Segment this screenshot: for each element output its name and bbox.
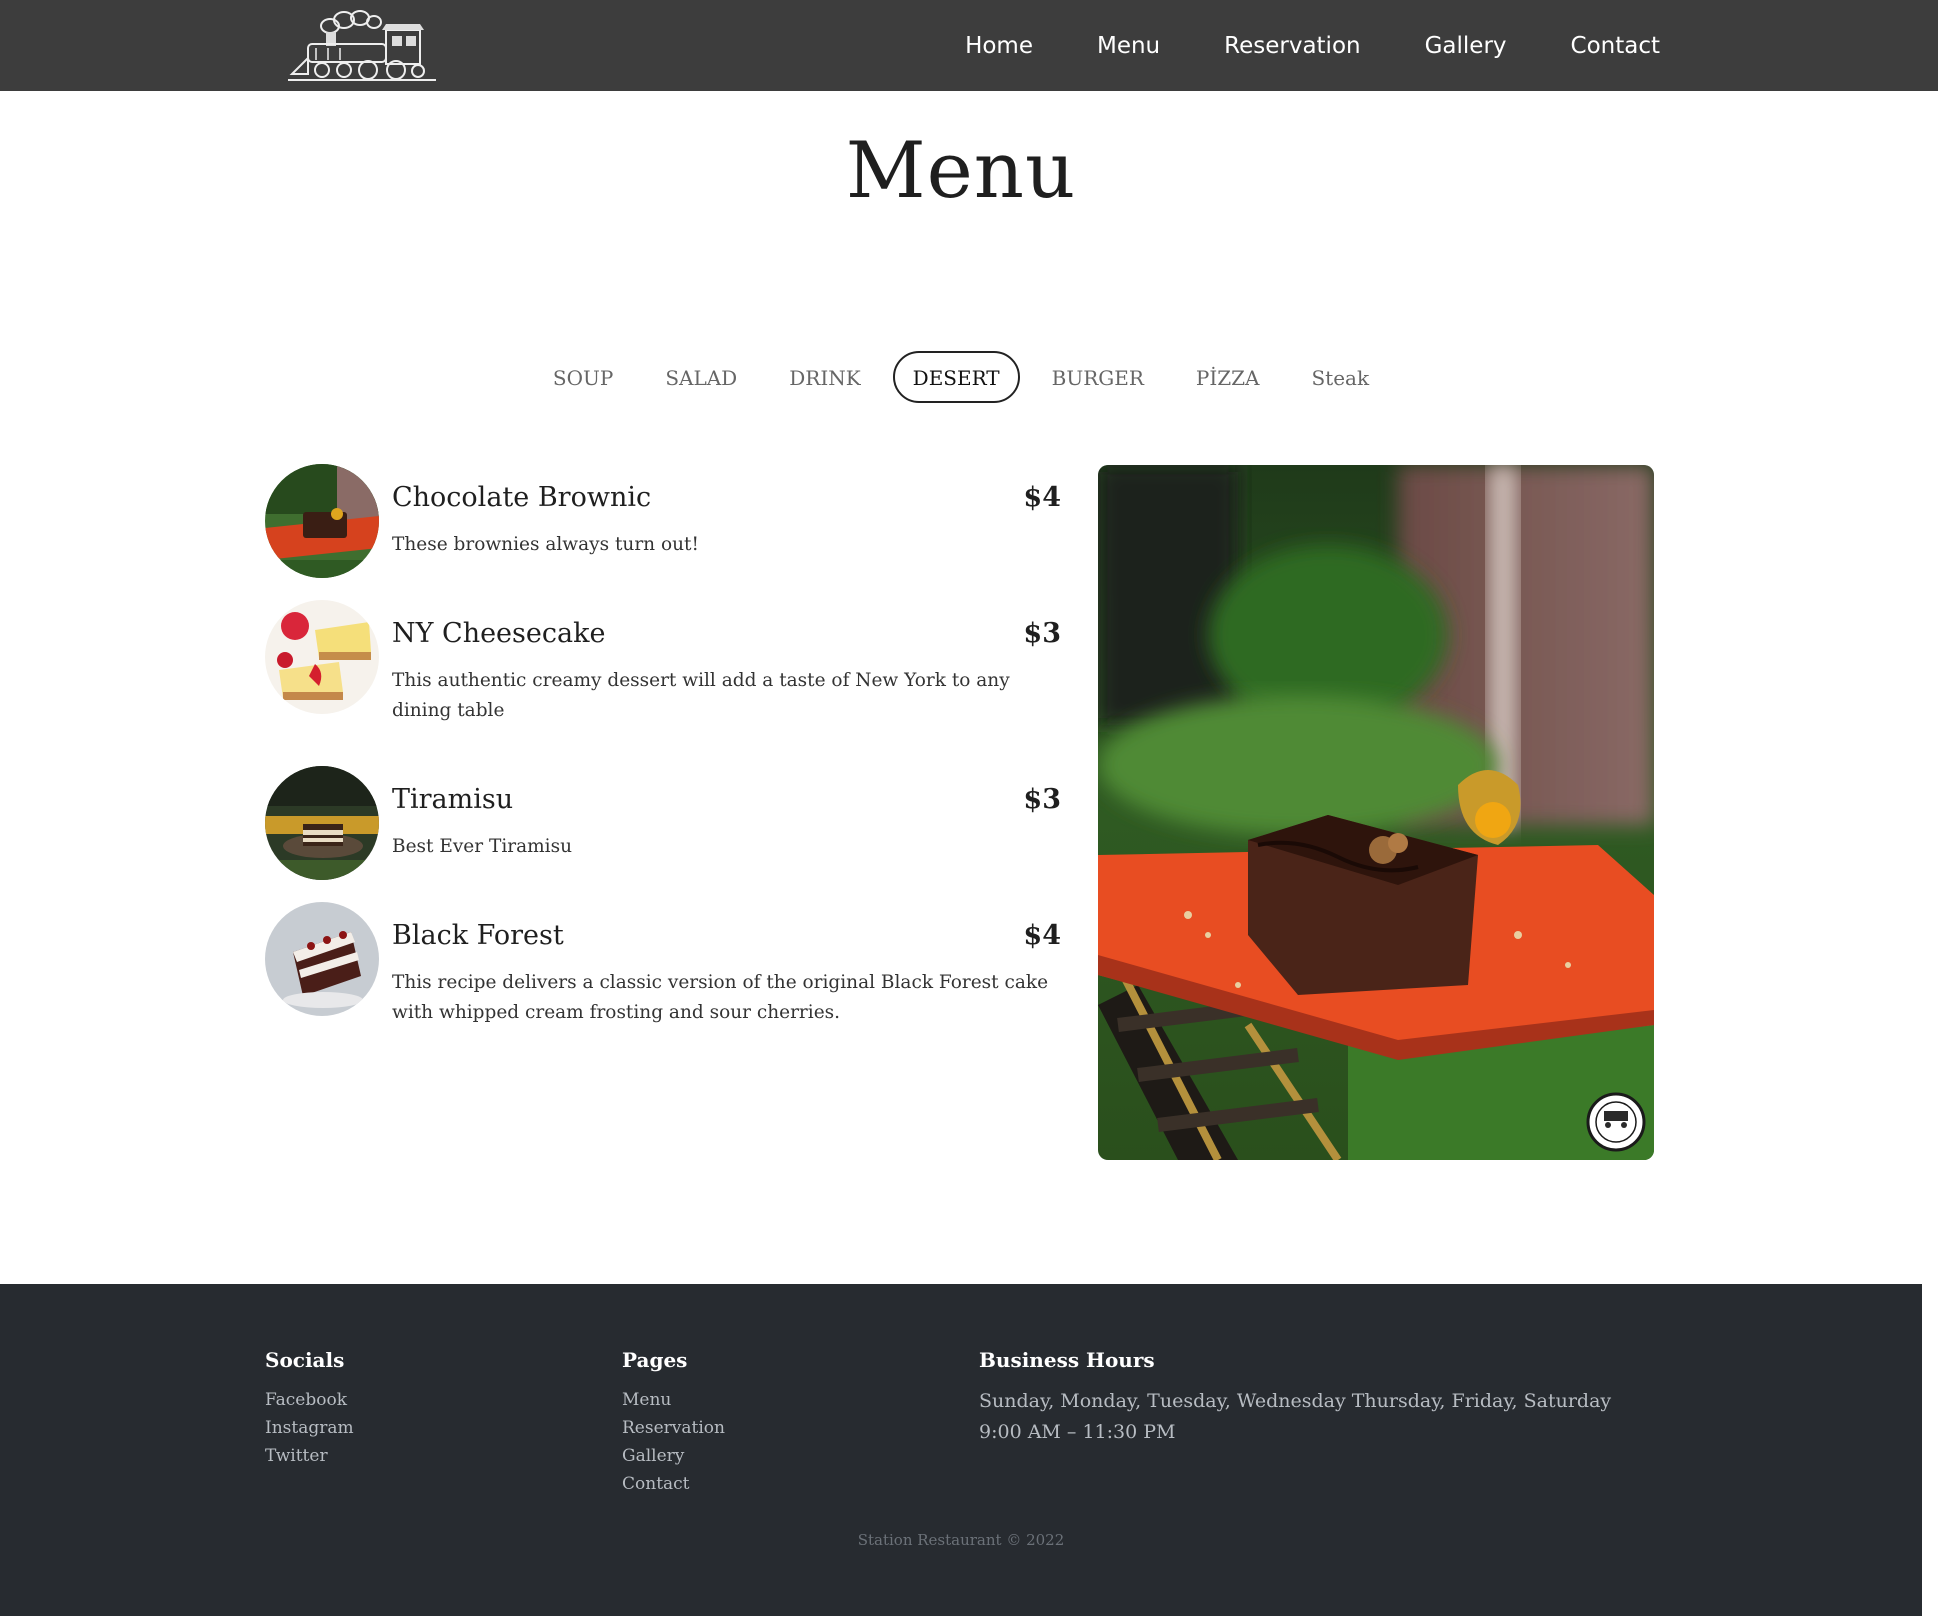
item-name: NY Cheesecake bbox=[392, 618, 606, 649]
menu-category-tabs: SOUP SALAD DRINK DESERT BURGER PİZZA Ste… bbox=[0, 350, 1922, 404]
nav-link-gallery[interactable]: Gallery bbox=[1425, 33, 1507, 59]
tab-steak[interactable]: Steak bbox=[1291, 351, 1389, 403]
footer: Socials Facebook Instagram Twitter Pages… bbox=[0, 1284, 1922, 1616]
menu-item: Tiramisu $3 Best Ever Tiramisu bbox=[265, 766, 1061, 886]
footer-link-contact[interactable]: Contact bbox=[622, 1470, 725, 1498]
tiramisu-thumbnail bbox=[265, 766, 379, 880]
footer-heading-pages: Pages bbox=[622, 1348, 688, 1372]
footer-link-twitter[interactable]: Twitter bbox=[265, 1442, 354, 1470]
footer-link-gallery[interactable]: Gallery bbox=[622, 1442, 725, 1470]
nav-links: Home Menu Reservation Gallery Contact bbox=[965, 0, 1660, 91]
item-name: Chocolate Brownic bbox=[392, 482, 652, 513]
item-price: $3 bbox=[1023, 618, 1061, 649]
item-price: $4 bbox=[1023, 920, 1061, 951]
tab-salad[interactable]: SALAD bbox=[645, 351, 757, 403]
menu-item: NY Cheesecake $3 This authentic creamy d… bbox=[265, 600, 1061, 721]
featured-dessert-photo bbox=[1098, 465, 1654, 1160]
item-price: $3 bbox=[1023, 784, 1061, 815]
navbar: Home Menu Reservation Gallery Contact bbox=[0, 0, 1938, 91]
nav-link-home[interactable]: Home bbox=[965, 33, 1033, 59]
tab-burger[interactable]: BURGER bbox=[1032, 351, 1164, 403]
tab-pizza[interactable]: PİZZA bbox=[1176, 351, 1280, 403]
footer-pages: Pages Menu Reservation Gallery Contact bbox=[622, 1348, 725, 1498]
page-title: Menu bbox=[845, 126, 1077, 216]
footer-link-menu[interactable]: Menu bbox=[622, 1386, 725, 1414]
item-name: Tiramisu bbox=[392, 784, 514, 815]
tab-soup[interactable]: SOUP bbox=[533, 351, 633, 403]
item-description: This authentic creamy dessert will add a… bbox=[392, 670, 1010, 721]
tab-desert[interactable]: DESERT bbox=[892, 351, 1020, 403]
black-forest-thumbnail bbox=[265, 902, 379, 1016]
nav-link-reservation[interactable]: Reservation bbox=[1224, 33, 1360, 59]
item-description: This recipe delivers a classic version o… bbox=[392, 972, 1049, 1023]
footer-link-instagram[interactable]: Instagram bbox=[265, 1414, 354, 1442]
footer-heading-hours: Business Hours bbox=[979, 1348, 1155, 1372]
nav-link-menu[interactable]: Menu bbox=[1097, 33, 1160, 59]
menu-item: Chocolate Brownic $4 These brownies alwa… bbox=[265, 464, 1061, 584]
footer-link-reservation[interactable]: Reservation bbox=[622, 1414, 725, 1442]
nav-link-contact[interactable]: Contact bbox=[1571, 33, 1660, 59]
footer-heading-socials: Socials bbox=[265, 1348, 345, 1372]
business-time: 9:00 AM – 11:30 PM bbox=[979, 1421, 1176, 1443]
business-days: Sunday, Monday, Tuesday, Wednesday Thurs… bbox=[979, 1390, 1612, 1412]
item-name: Black Forest bbox=[392, 920, 564, 951]
menu-item: Black Forest $4 This recipe delivers a c… bbox=[265, 902, 1061, 1023]
brownie-thumbnail bbox=[265, 464, 379, 578]
item-price: $4 bbox=[1023, 482, 1061, 513]
item-description: These brownies always turn out! bbox=[392, 534, 699, 555]
copyright: Station Restaurant © 2022 bbox=[857, 1531, 1065, 1549]
item-description: Best Ever Tiramisu bbox=[392, 836, 572, 857]
tab-drink[interactable]: DRINK bbox=[769, 351, 880, 403]
train-logo-icon[interactable] bbox=[286, 8, 438, 84]
footer-link-facebook[interactable]: Facebook bbox=[265, 1386, 354, 1414]
footer-socials: Socials Facebook Instagram Twitter bbox=[265, 1348, 354, 1470]
cheesecake-thumbnail bbox=[265, 600, 379, 714]
footer-business-hours: Business Hours Sunday, Monday, Tuesday, … bbox=[979, 1348, 1739, 1448]
